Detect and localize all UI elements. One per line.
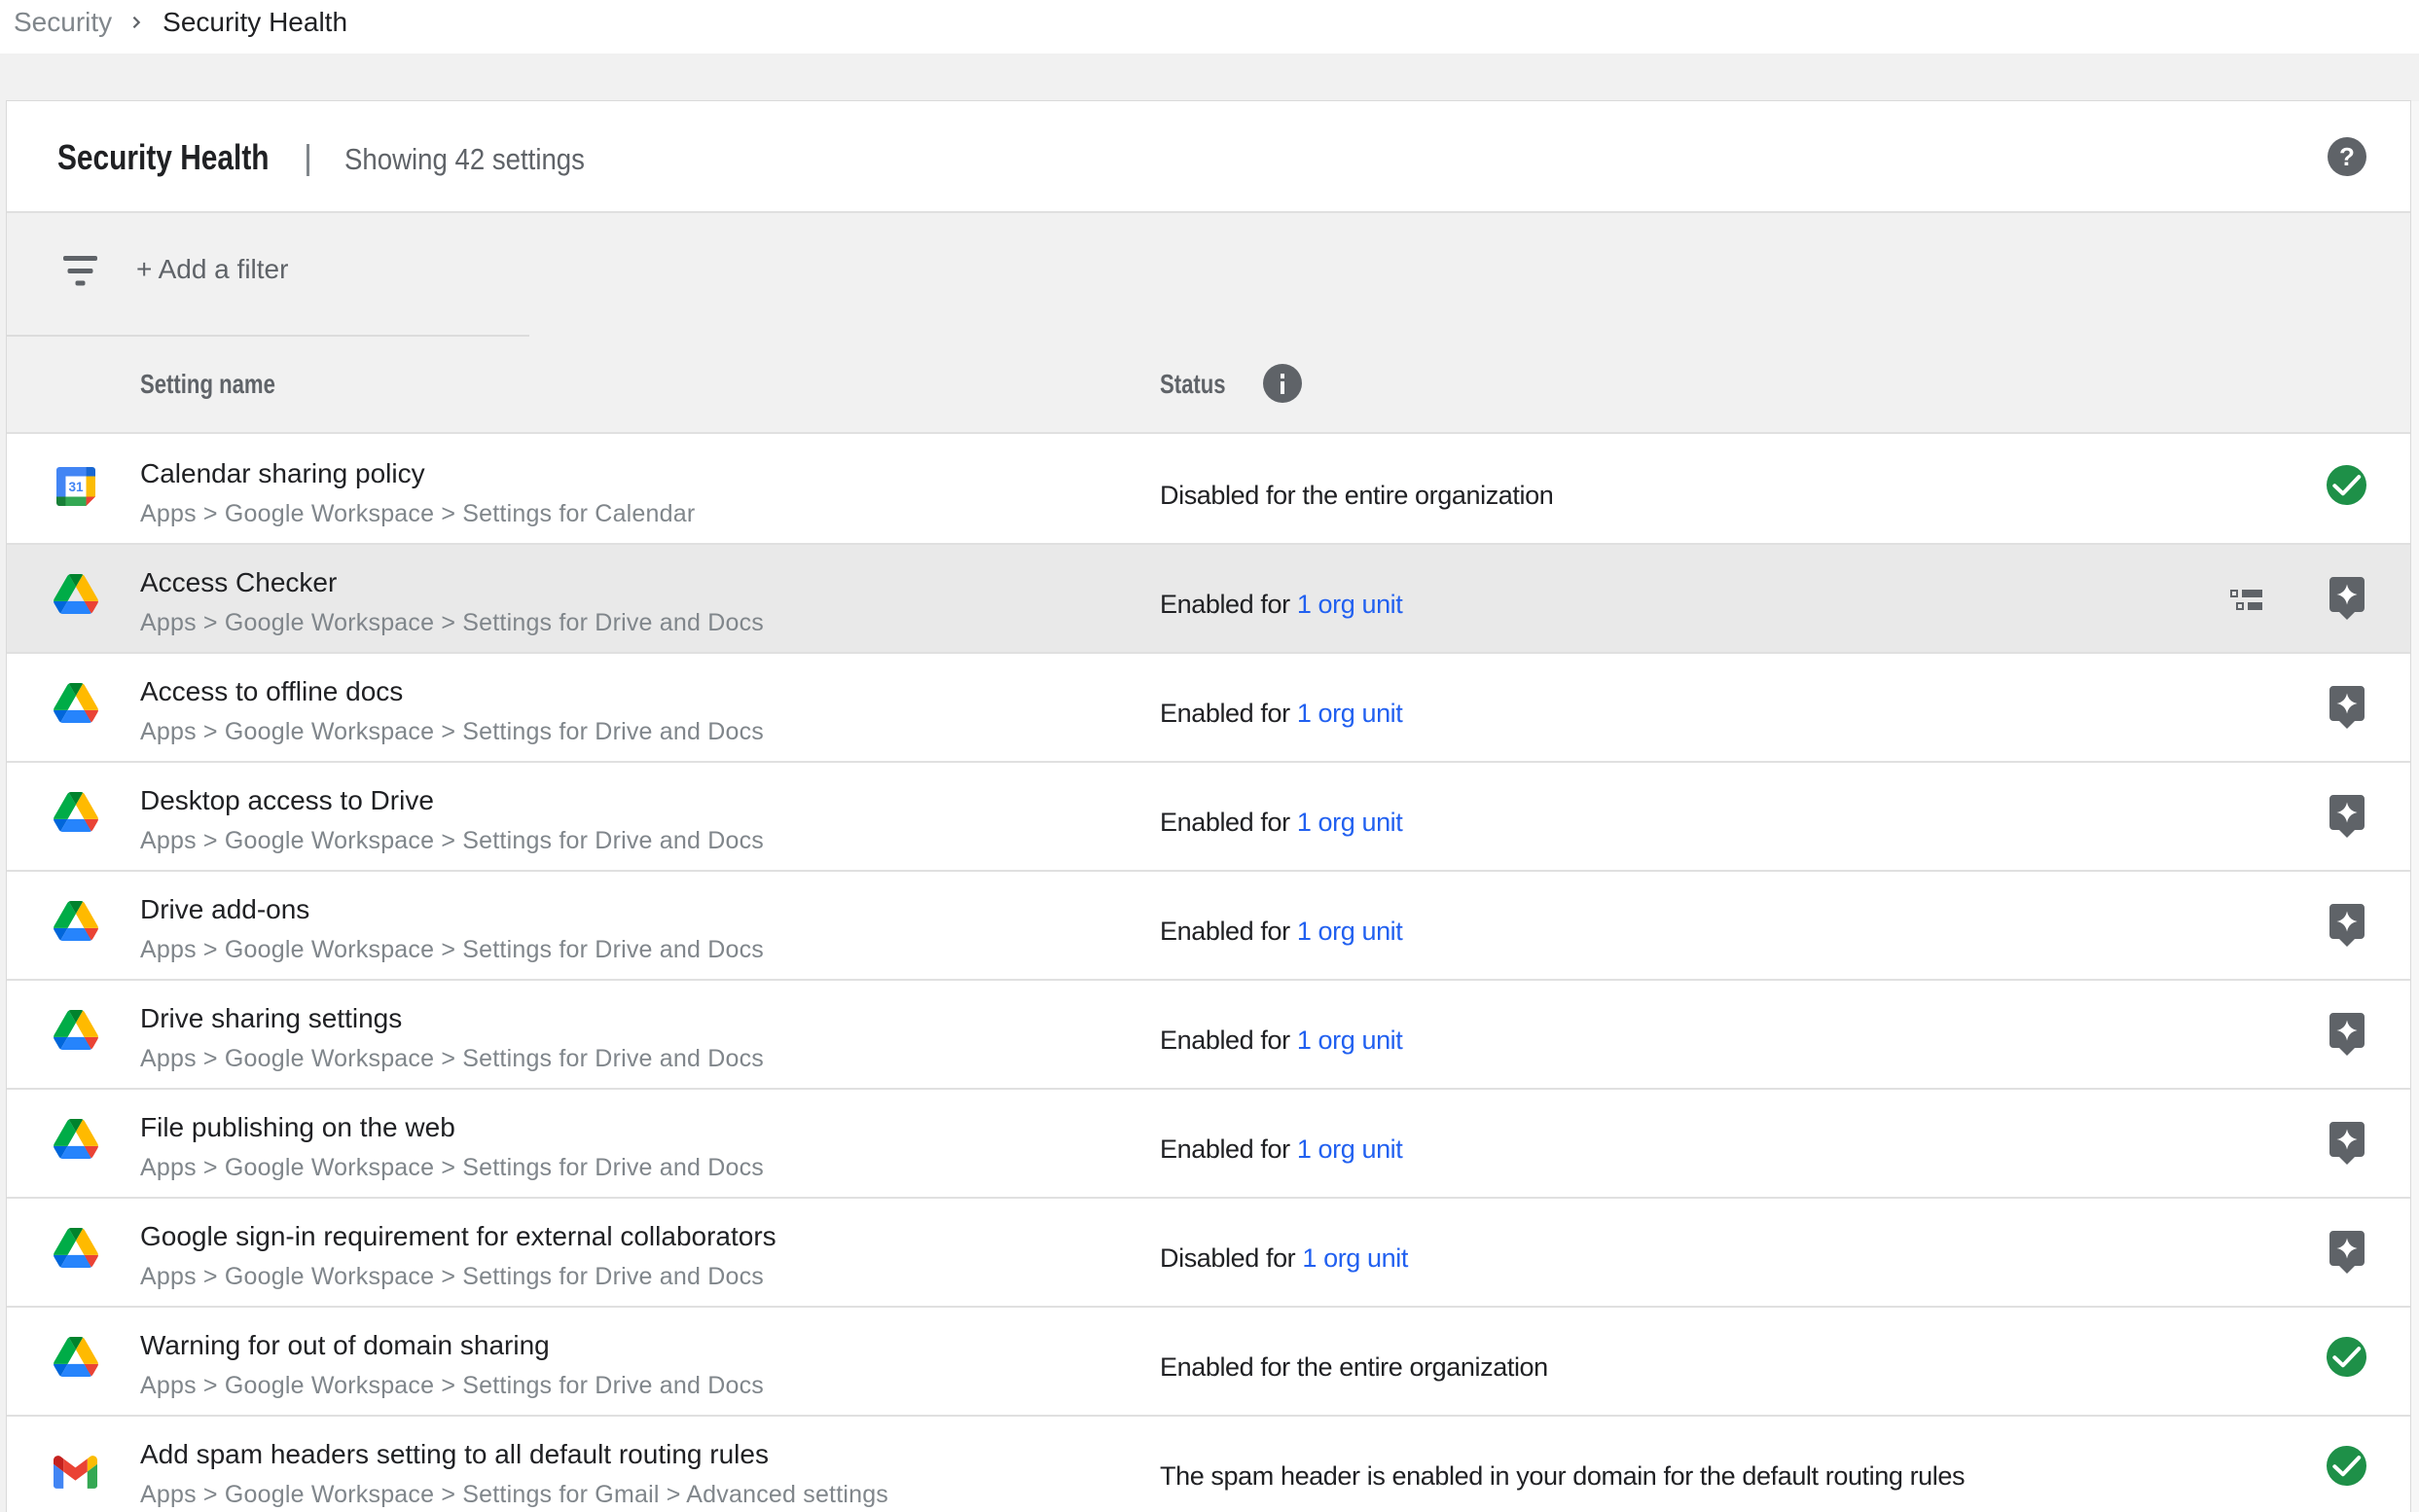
svg-text:31: 31: [68, 480, 84, 494]
svg-text:?: ?: [2339, 142, 2355, 171]
